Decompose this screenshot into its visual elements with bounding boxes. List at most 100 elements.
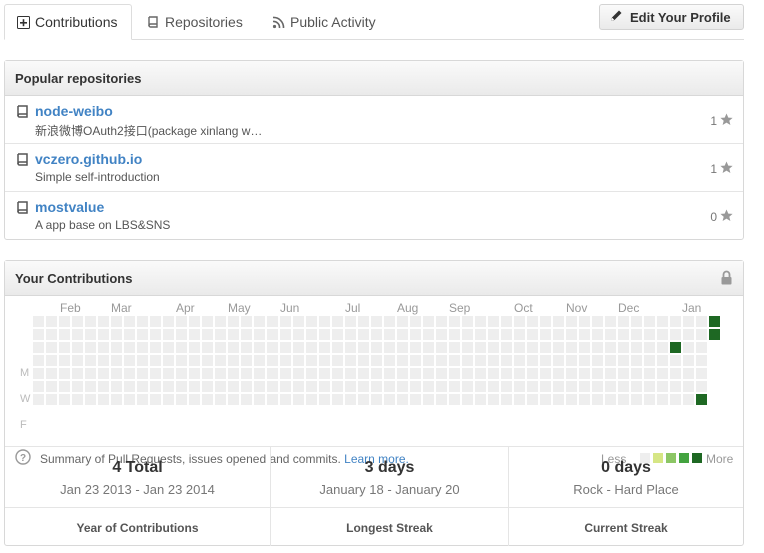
calendar-day-cell[interactable] [683,368,694,379]
calendar-day-cell[interactable] [462,329,473,340]
calendar-day-cell[interactable] [371,329,382,340]
calendar-day-cell[interactable] [59,381,70,392]
calendar-day-cell[interactable] [293,381,304,392]
calendar-day-cell[interactable] [644,342,655,353]
calendar-day-cell[interactable] [124,394,135,405]
calendar-day-cell[interactable] [475,394,486,405]
calendar-day-cell[interactable] [332,355,343,366]
calendar-day-cell[interactable] [72,316,83,327]
calendar-day-cell[interactable] [241,329,252,340]
calendar-day-cell[interactable] [592,381,603,392]
calendar-day-cell[interactable] [592,329,603,340]
calendar-day-cell[interactable] [423,316,434,327]
calendar-day-cell[interactable] [384,316,395,327]
calendar-day-cell[interactable] [163,316,174,327]
calendar-day-cell[interactable] [397,381,408,392]
calendar-day-cell[interactable] [488,381,499,392]
calendar-day-cell[interactable] [202,329,213,340]
calendar-day-cell[interactable] [488,368,499,379]
calendar-day-cell[interactable] [644,394,655,405]
calendar-day-cell[interactable] [670,316,681,327]
calendar-day-cell[interactable] [527,394,538,405]
calendar-day-cell[interactable] [397,342,408,353]
calendar-day-cell[interactable] [293,342,304,353]
calendar-day-cell[interactable] [72,355,83,366]
calendar-day-cell[interactable] [631,342,642,353]
calendar-day-cell[interactable] [397,355,408,366]
calendar-day-cell[interactable] [228,316,239,327]
calendar-day-cell[interactable] [163,394,174,405]
calendar-day-cell[interactable] [579,381,590,392]
calendar-day-cell[interactable] [33,394,44,405]
calendar-day-cell[interactable] [566,381,577,392]
calendar-day-cell[interactable] [124,355,135,366]
calendar-day-cell[interactable] [540,381,551,392]
calendar-day-cell[interactable] [202,316,213,327]
calendar-day-cell[interactable] [579,329,590,340]
calendar-day-cell[interactable] [345,355,356,366]
calendar-day-cell[interactable] [111,381,122,392]
calendar-day-cell[interactable] [358,355,369,366]
calendar-day-cell[interactable] [33,342,44,353]
calendar-day-cell[interactable] [514,316,525,327]
calendar-day-cell[interactable] [280,342,291,353]
repo-row[interactable]: mostvalue A app base on LBS&SNS 0 [5,192,743,240]
calendar-day-cell[interactable] [540,394,551,405]
calendar-day-cell[interactable] [384,355,395,366]
calendar-day-cell[interactable] [384,342,395,353]
calendar-day-cell[interactable] [241,368,252,379]
calendar-day-cell[interactable] [657,368,668,379]
calendar-day-cell[interactable] [566,394,577,405]
calendar-day-cell[interactable] [306,342,317,353]
calendar-day-cell[interactable] [670,329,681,340]
calendar-day-cell[interactable] [358,329,369,340]
calendar-day-cell[interactable] [124,368,135,379]
calendar-day-cell[interactable] [657,394,668,405]
calendar-day-cell[interactable] [280,329,291,340]
calendar-day-cell[interactable] [254,355,265,366]
calendar-day-cell[interactable] [228,355,239,366]
calendar-day-cell[interactable] [618,316,629,327]
calendar-day-cell[interactable] [59,329,70,340]
calendar-day-cell[interactable] [267,394,278,405]
calendar-day-cell[interactable] [332,342,343,353]
calendar-day-cell[interactable] [553,342,564,353]
calendar-day-cell[interactable] [306,381,317,392]
calendar-day-cell[interactable] [683,316,694,327]
calendar-day-cell[interactable] [540,368,551,379]
calendar-day-cell[interactable] [501,355,512,366]
calendar-day-cell[interactable] [319,394,330,405]
calendar-day-cell[interactable] [423,342,434,353]
calendar-day-cell[interactable] [566,342,577,353]
calendar-day-cell[interactable] [85,381,96,392]
calendar-day-cell[interactable] [254,316,265,327]
calendar-day-cell[interactable] [618,394,629,405]
calendar-day-cell[interactable] [46,342,57,353]
calendar-day-cell[interactable] [137,368,148,379]
calendar-day-cell[interactable] [137,342,148,353]
calendar-day-cell[interactable] [293,355,304,366]
calendar-day-cell[interactable] [267,368,278,379]
calendar-day-cell[interactable] [475,355,486,366]
calendar-day-cell[interactable] [488,342,499,353]
calendar-day-cell[interactable] [98,394,109,405]
calendar-day-cell[interactable] [566,316,577,327]
calendar-day-cell[interactable] [85,355,96,366]
calendar-day-cell[interactable] [254,342,265,353]
calendar-day-cell[interactable] [540,329,551,340]
calendar-day-cell[interactable] [189,394,200,405]
repo-name-link[interactable]: node-weibo [35,103,113,119]
calendar-day-cell[interactable] [449,368,460,379]
calendar-day-cell[interactable] [254,329,265,340]
calendar-day-cell[interactable] [189,316,200,327]
calendar-day-cell[interactable] [202,394,213,405]
calendar-day-cell[interactable] [371,381,382,392]
calendar-day-cell[interactable] [501,368,512,379]
calendar-day-cell[interactable] [228,342,239,353]
calendar-day-cell[interactable] [514,329,525,340]
calendar-day-cell[interactable] [163,381,174,392]
calendar-day-cell[interactable] [683,381,694,392]
calendar-day-cell[interactable] [644,329,655,340]
calendar-day-cell[interactable] [241,381,252,392]
calendar-day-cell[interactable] [514,381,525,392]
